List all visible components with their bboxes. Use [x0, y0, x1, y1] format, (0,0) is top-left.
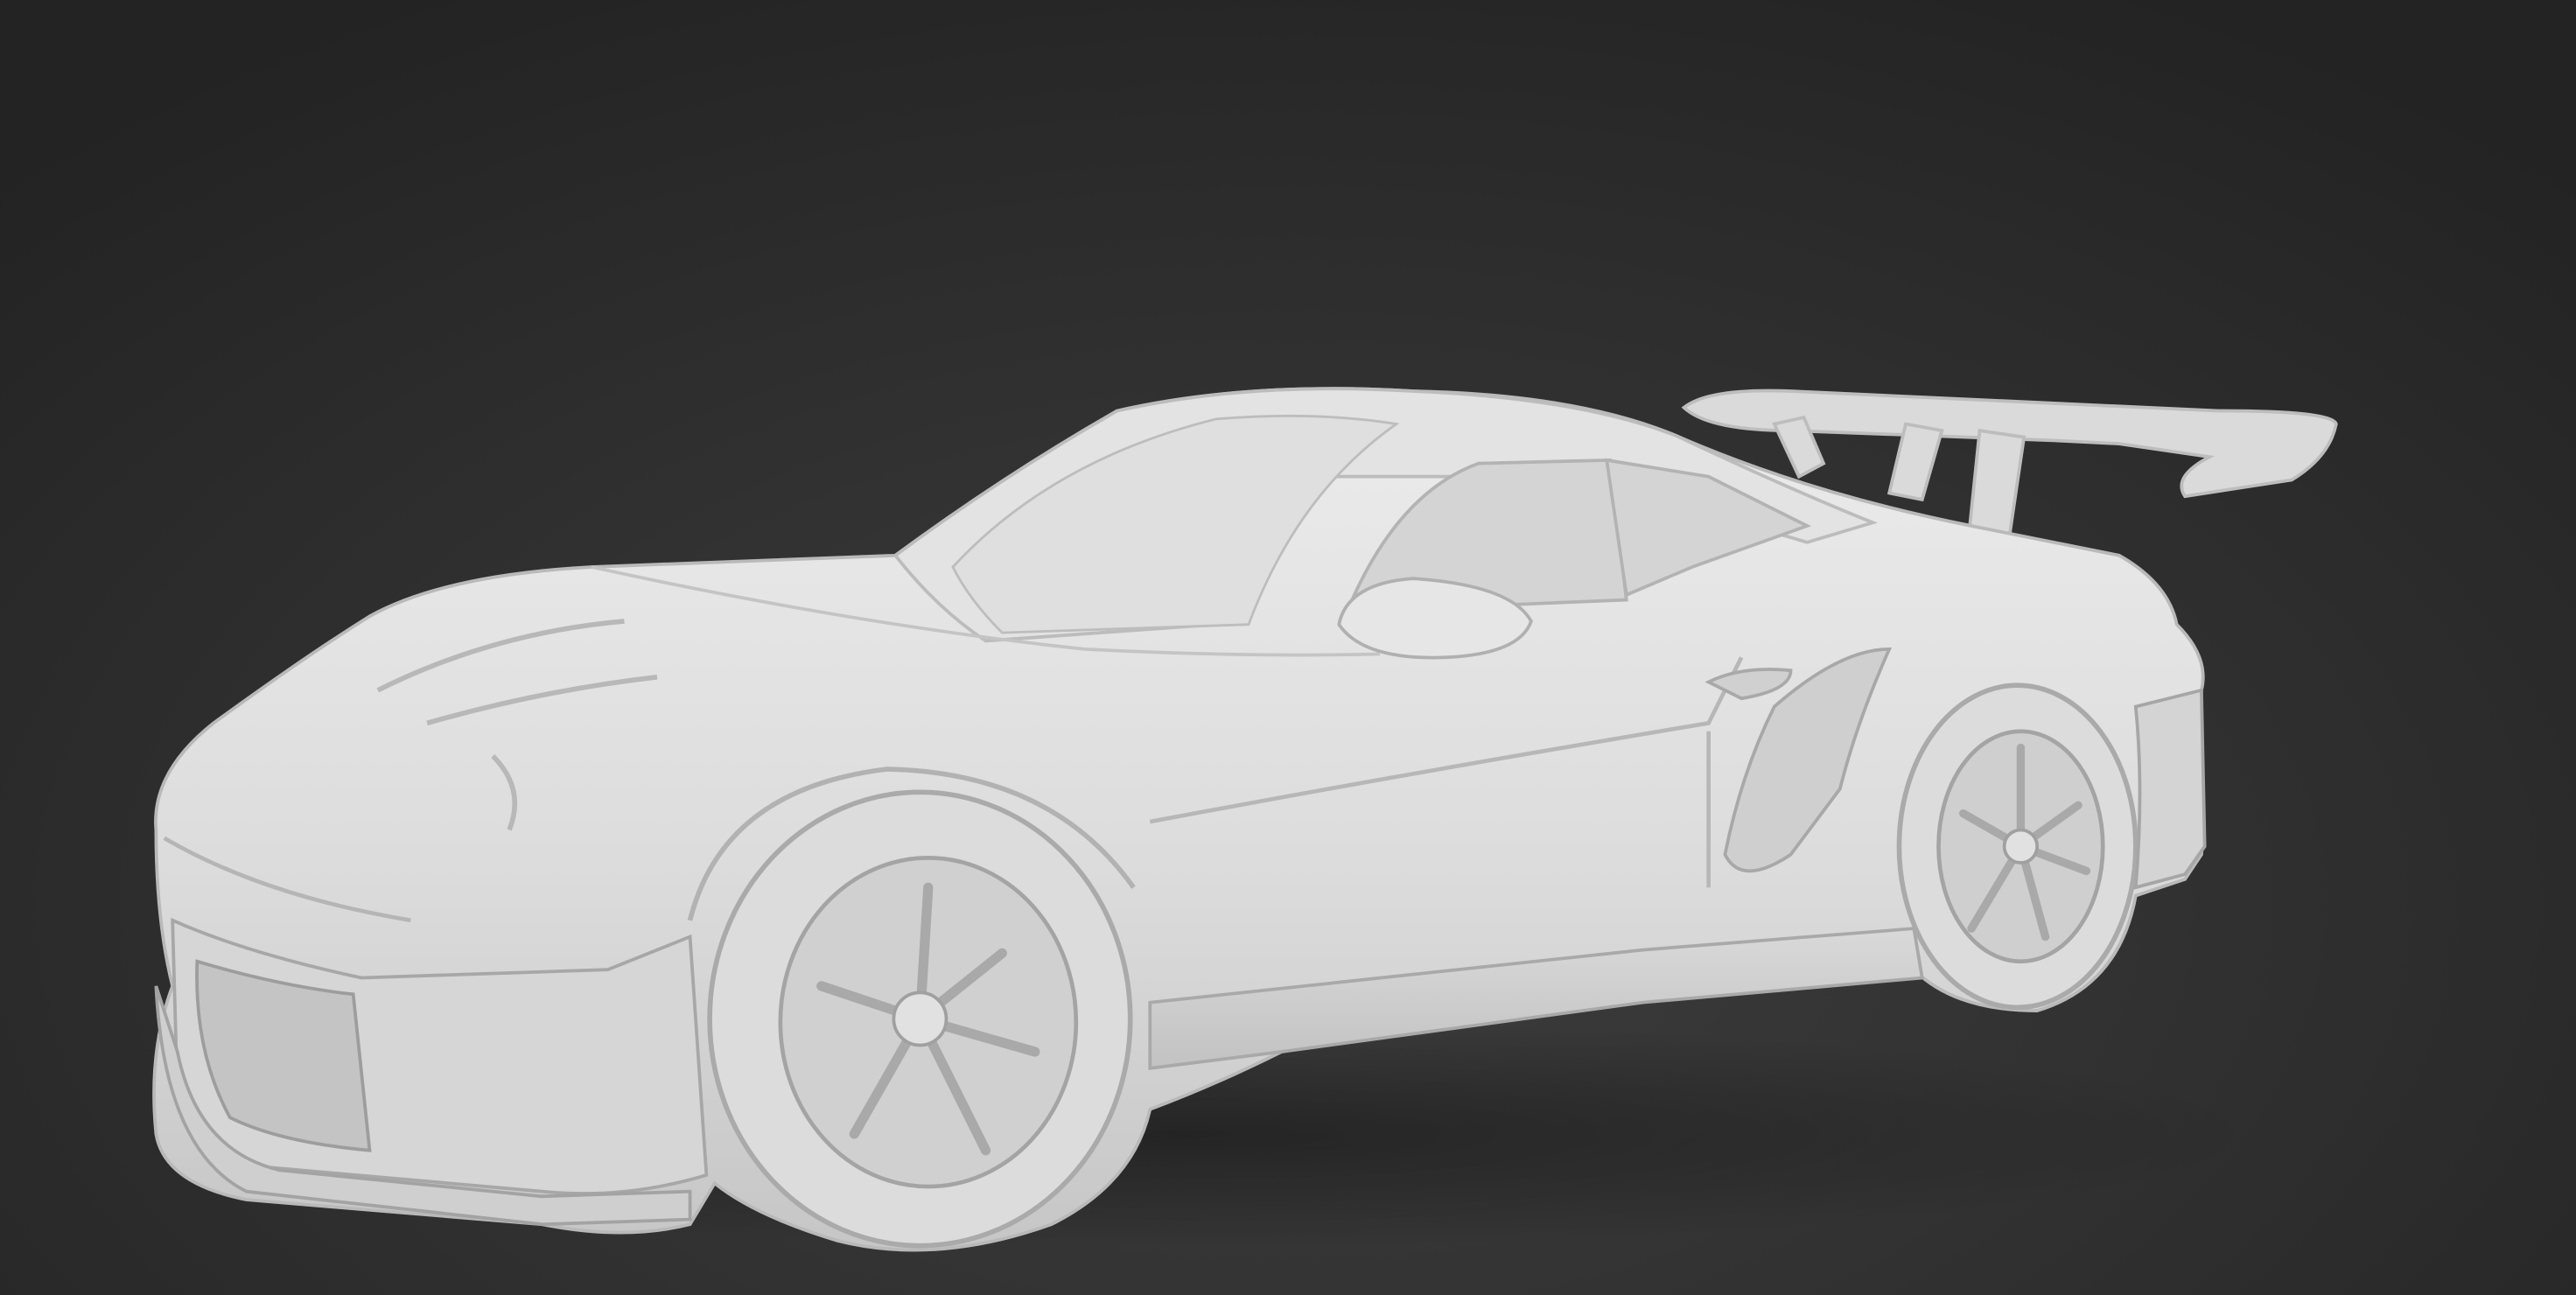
car-model[interactable] — [0, 0, 2576, 1295]
front-wheel — [707, 789, 1133, 1249]
rear-bumper — [2133, 688, 2207, 890]
viewport-3d[interactable] — [0, 0, 2576, 1295]
rear-wheel — [1896, 682, 2138, 1011]
